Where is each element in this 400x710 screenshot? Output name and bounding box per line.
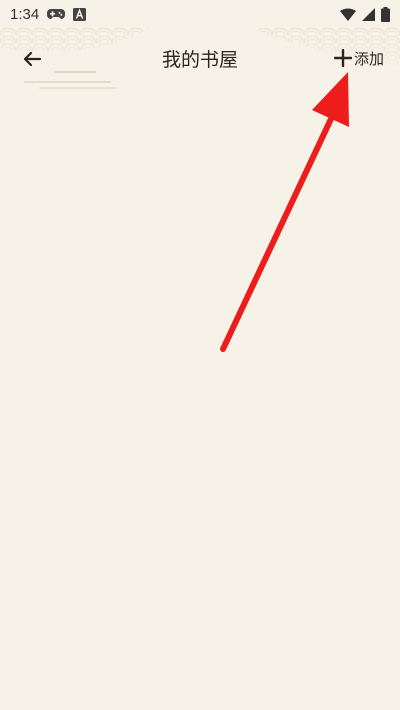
status-left: 1:34 — [10, 5, 87, 23]
status-time: 1:34 — [10, 5, 40, 23]
arrow-left-icon — [23, 51, 42, 67]
back-button[interactable] — [18, 45, 46, 73]
wifi-icon — [340, 8, 356, 21]
plus-icon — [333, 49, 352, 67]
bookshelf-content-area — [0, 90, 400, 710]
a-square-icon — [73, 7, 87, 21]
add-button-label: 添加 — [353, 49, 384, 68]
status-right — [340, 6, 390, 22]
status-bar: 1:34 — [0, 0, 400, 28]
battery-icon — [381, 6, 390, 22]
header-bar: 我的书屋 添加 — [0, 28, 400, 90]
signal-icon — [362, 7, 375, 21]
gamepad-icon — [47, 8, 66, 20]
add-button[interactable]: 添加 — [333, 44, 384, 72]
